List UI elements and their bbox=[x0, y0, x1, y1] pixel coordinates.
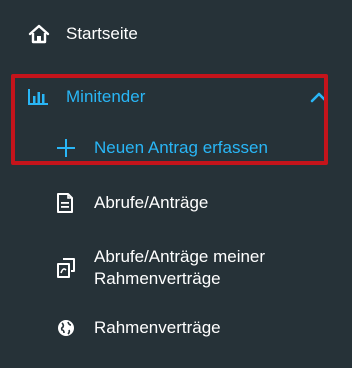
nav-section-label: Minitender bbox=[66, 87, 146, 106]
nav-item-startseite[interactable]: Startseite bbox=[0, 14, 352, 54]
nav-item-label: Startseite bbox=[66, 24, 138, 43]
nav-section-minitender[interactable]: Minitender bbox=[0, 78, 352, 116]
home-icon bbox=[28, 23, 50, 45]
nav-item-abrufe-meiner-rahmenvertraege[interactable]: Abrufe/Anträge meiner Rahmenverträge bbox=[0, 240, 352, 296]
nav-item-label-line2: Rahmenverträge bbox=[94, 269, 221, 288]
nav-item-label: Abrufe/Anträge bbox=[94, 193, 209, 212]
plus-icon bbox=[56, 138, 76, 158]
nav-subitem-neuen-antrag[interactable]: Neuen Antrag erfassen bbox=[0, 128, 352, 168]
nav-item-rahmenvertraege[interactable]: Rahmenverträge bbox=[0, 308, 352, 348]
documents-stack-icon bbox=[55, 257, 77, 279]
nav-item-label: Rahmenverträge bbox=[94, 318, 221, 337]
globe-icon bbox=[57, 319, 75, 337]
sidebar-nav: Startseite Minitender Neuen Antrag erfas… bbox=[0, 0, 352, 368]
nav-item-label: Abrufe/Anträge meiner Rahmenverträge bbox=[94, 246, 334, 290]
nav-subitem-label: Neuen Antrag erfassen bbox=[94, 138, 268, 157]
chevron-up-icon[interactable] bbox=[308, 86, 330, 108]
bar-chart-icon bbox=[27, 87, 49, 107]
nav-item-label-line1: Abrufe/Anträge meiner bbox=[94, 247, 266, 266]
document-icon bbox=[56, 193, 74, 213]
nav-item-abrufe-antraege[interactable]: Abrufe/Anträge bbox=[0, 183, 352, 223]
